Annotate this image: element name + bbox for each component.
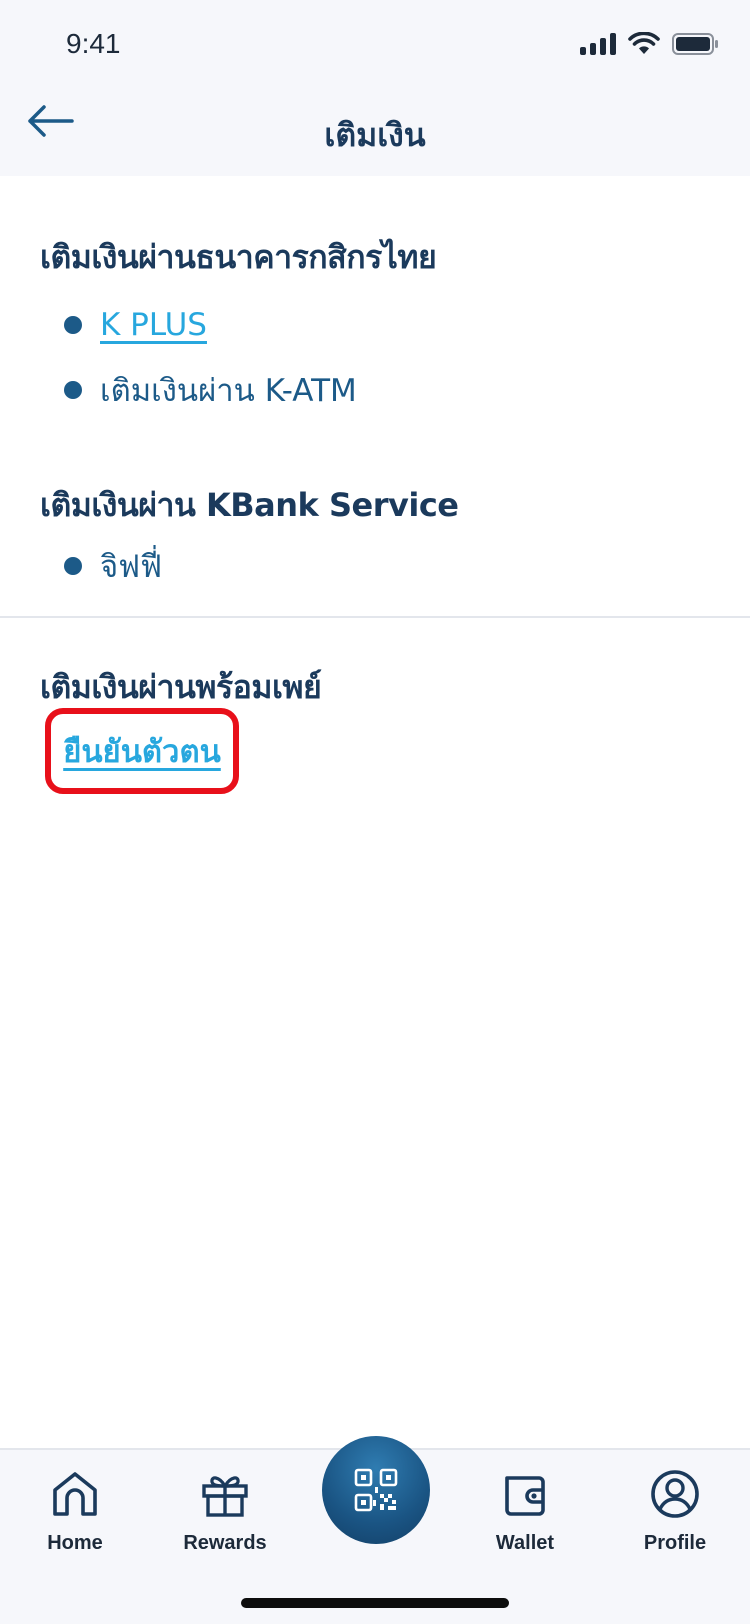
status-icons [580, 32, 720, 56]
verify-identity-link[interactable]: ยืนยันตัวตน [63, 726, 221, 776]
list-item[interactable]: จิฟฟี่ [64, 541, 710, 591]
bullet-dot [64, 316, 82, 334]
nav-home-label: Home [47, 1532, 103, 1554]
nav-wallet-label: Wallet [495, 1532, 555, 1554]
home-icon [53, 1472, 97, 1516]
gift-icon [202, 1476, 248, 1517]
promptpay-section: เติมเงินผ่านพร้อมเพย์ [40, 662, 710, 713]
k-plus-link[interactable]: K PLUS [100, 307, 207, 343]
jiffy-option[interactable]: จิฟฟี่ [100, 541, 162, 591]
verify-identity-highlight: ยืนยันตัวตน [45, 708, 239, 794]
nav-wallet[interactable]: Wallet [460, 1468, 590, 1555]
bottom-nav: Home Rewards Wallet Profile [0, 1436, 750, 1624]
battery-icon [672, 33, 718, 55]
kbank-options-list: K PLUS เติมเงินผ่าน K-ATM [64, 307, 710, 415]
page-title: เติมเงิน [324, 116, 426, 154]
kbank-section: เติมเงินผ่านธนาคารกสิกรไทย K PLUS เติมเง… [40, 232, 710, 415]
section-divider [0, 616, 750, 618]
cellular-signal-icon [580, 33, 616, 55]
nav-home[interactable]: Home [10, 1468, 140, 1555]
status-time: 9:41 [66, 28, 121, 59]
nav-rewards[interactable]: Rewards [160, 1468, 290, 1555]
qr-code-icon [354, 1468, 398, 1512]
bullet-dot [64, 381, 82, 399]
qr-scan-button[interactable] [322, 1436, 430, 1544]
list-item: K PLUS [64, 307, 710, 343]
kbank-service-section-heading: เติมเงินผ่าน KBank Service [40, 486, 459, 524]
wallet-icon [505, 1476, 545, 1516]
top-area: 9:41 เติมเงิน [0, 0, 750, 176]
nav-rewards-label: Rewards [183, 1532, 267, 1554]
k-atm-option[interactable]: เติมเงินผ่าน K-ATM [100, 365, 357, 415]
home-indicator [241, 1598, 509, 1608]
kbank-section-heading: เติมเงินผ่านธนาคารกสิกรไทย [40, 238, 437, 276]
bullet-dot [64, 557, 82, 575]
nav-profile[interactable]: Profile [610, 1468, 740, 1555]
promptpay-section-heading: เติมเงินผ่านพร้อมเพย์ [40, 668, 322, 706]
kbank-service-options-list: จิฟฟี่ [64, 541, 710, 591]
wifi-icon [628, 32, 660, 54]
list-item[interactable]: เติมเงินผ่าน K-ATM [64, 365, 710, 415]
profile-icon [651, 1470, 699, 1518]
nav-profile-label: Profile [643, 1532, 707, 1554]
kbank-service-section: เติมเงินผ่าน KBank Service จิฟฟี่ [40, 480, 710, 591]
